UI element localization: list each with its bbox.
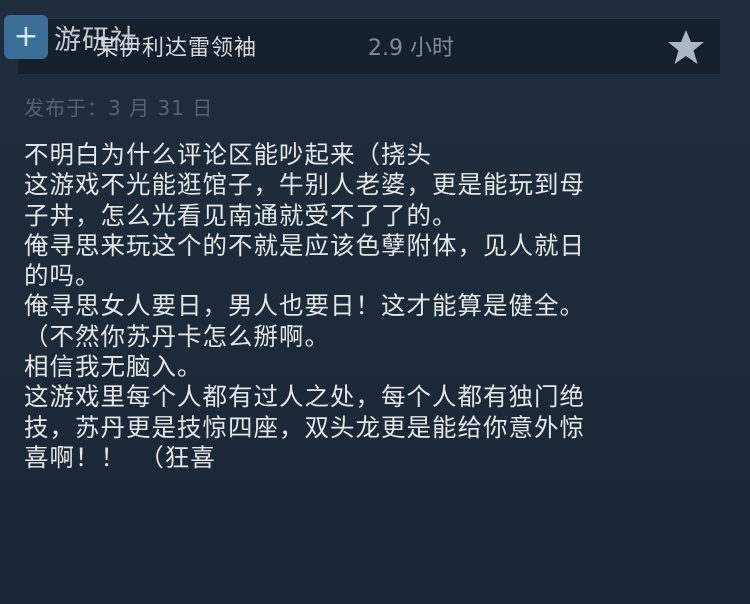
review-line: （不然你苏丹卡怎么掰啊。	[24, 321, 330, 351]
star-icon[interactable]	[666, 28, 706, 66]
review-line: 这游戏里每个人都有过人之处，每个人都有独门绝	[24, 382, 585, 412]
review-line: 技，苏丹更是技惊四座，双头龙更是能给你意外惊	[24, 412, 585, 442]
review-card: + 游研社 某伊利达雷领袖 2.9 小时 发布于：3 月 31 日 不明白为什么…	[0, 0, 750, 604]
watermark-logo: +	[4, 15, 48, 59]
playtime-label: 2.9 小时	[368, 36, 454, 61]
review-line: 俺寻思女人要日，男人也要日！这才能算是健全。	[24, 291, 585, 321]
review-line: 这游戏不光能逛馆子，牛别人老婆，更是能玩到母	[24, 170, 585, 200]
review-line: 的吗。	[24, 261, 101, 291]
review-line: 俺寻思来玩这个的不就是应该色孽附体，见人就日	[24, 230, 585, 260]
review-line: 子丼，怎么光看见南通就受不了了的。	[24, 200, 458, 230]
author-name[interactable]: 某伊利达雷领袖	[96, 30, 257, 62]
review-body: 不明白为什么评论区能吵起来（挠头 这游戏不光能逛馆子，牛别人老婆，更是能玩到母 …	[24, 140, 724, 473]
review-line: 喜啊！！ （狂喜	[24, 442, 216, 472]
post-date: 发布于：3 月 31 日	[24, 96, 214, 120]
review-line: 相信我无脑入。	[24, 352, 203, 382]
review-line: 不明白为什么评论区能吵起来（挠头	[24, 140, 432, 169]
